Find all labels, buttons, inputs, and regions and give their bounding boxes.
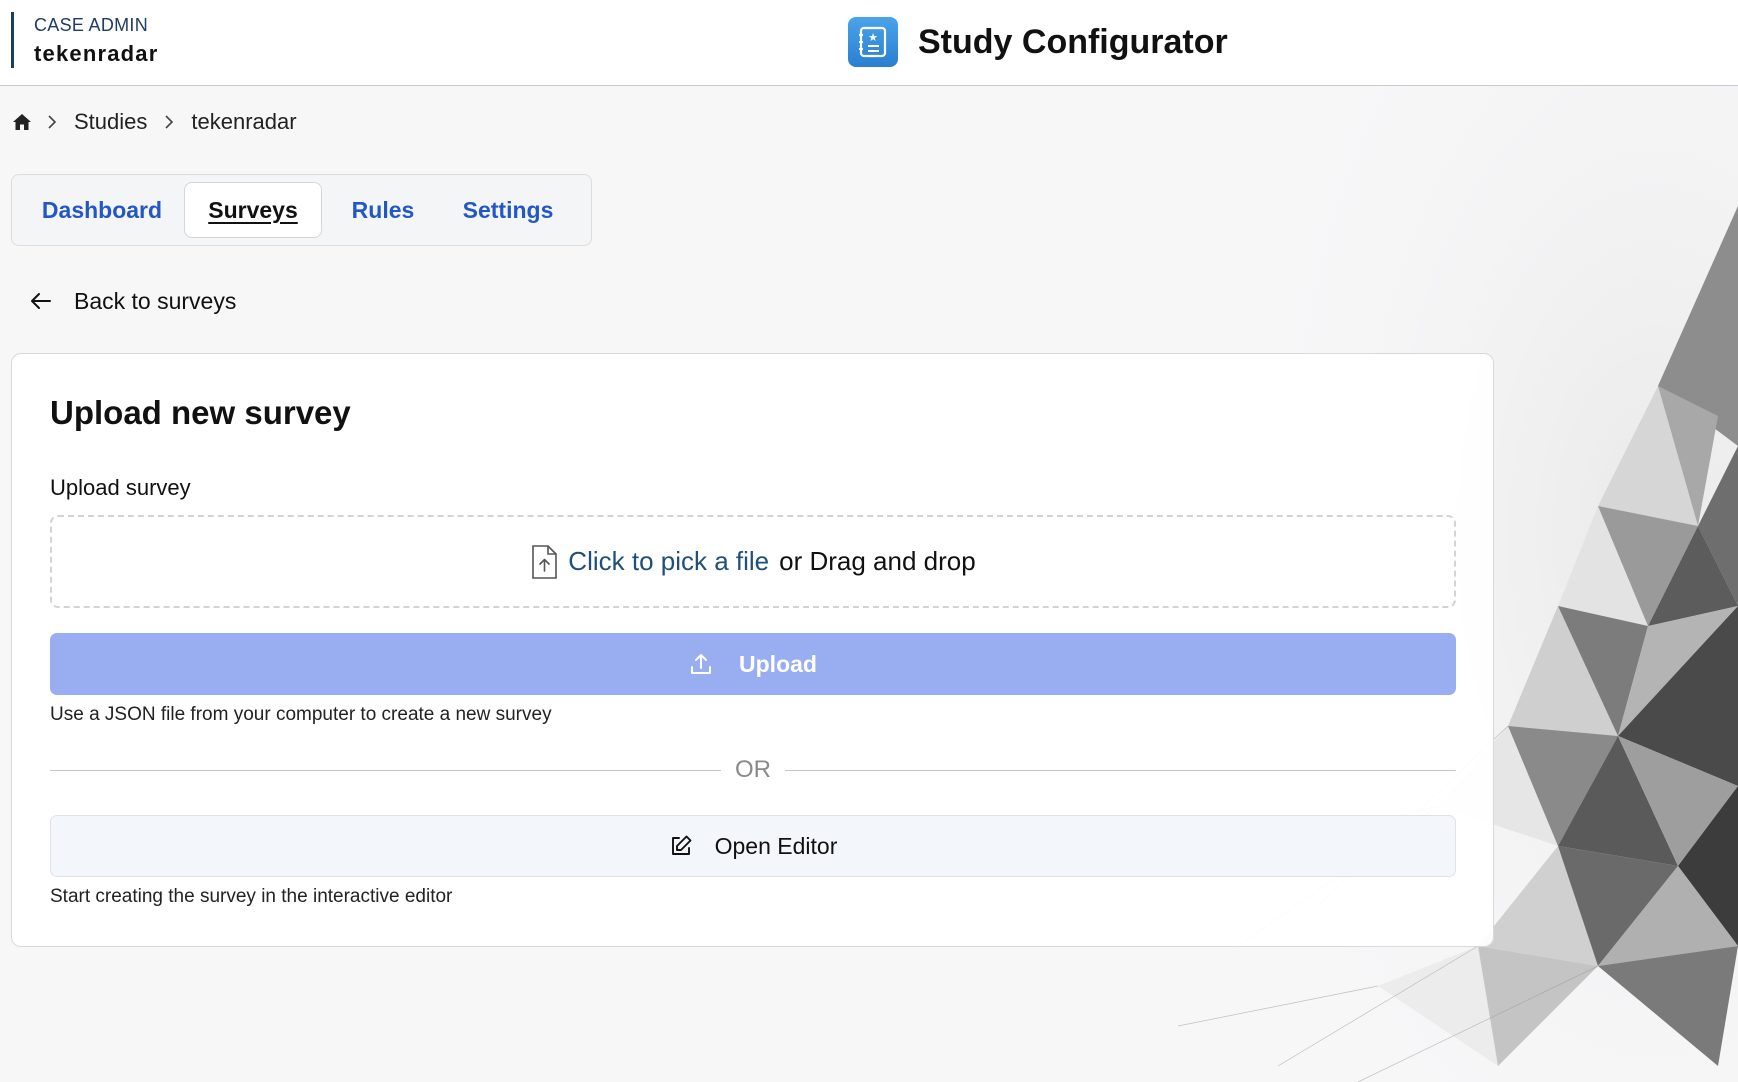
study-tabs: Dashboard Surveys Rules Settings: [11, 174, 592, 246]
upload-survey-card: Upload new survey Upload survey Click to…: [11, 353, 1494, 947]
upload-button[interactable]: Upload: [50, 633, 1456, 695]
tab-settings[interactable]: Settings: [444, 182, 572, 238]
pick-file-link[interactable]: Click to pick a file: [568, 546, 769, 577]
open-editor-button[interactable]: Open Editor: [50, 815, 1456, 877]
file-upload-icon: [530, 544, 558, 580]
back-to-surveys-link[interactable]: Back to surveys: [30, 283, 236, 319]
top-bar: CASE ADMIN tekenradar ★ Study Configurat…: [0, 0, 1738, 86]
editor-hint: Start creating the survey in the interac…: [50, 886, 453, 907]
upload-icon: [689, 652, 713, 676]
card-title: Upload new survey: [50, 394, 351, 431]
upload-hint: Use a JSON file from your computer to cr…: [50, 704, 552, 725]
app-title: Study Configurator: [918, 22, 1228, 61]
app-title-group: ★ Study Configurator: [848, 16, 1228, 68]
org-label: CASE ADMIN: [34, 15, 149, 35]
org-brand[interactable]: CASE ADMIN tekenradar: [11, 12, 159, 68]
home-icon[interactable]: [12, 112, 32, 132]
tab-rules[interactable]: Rules: [322, 182, 444, 238]
back-link-label: Back to surveys: [74, 287, 237, 314]
arrow-left-icon: [30, 292, 52, 310]
divider-line-right: [785, 769, 1456, 771]
open-editor-label: Open Editor: [714, 832, 838, 859]
file-dropzone[interactable]: Click to pick a file or Drag and drop: [50, 515, 1456, 608]
org-name: tekenradar: [34, 41, 159, 66]
svg-text:★: ★: [868, 31, 878, 44]
chevron-right-icon: [32, 114, 72, 130]
divider-line-left: [50, 769, 721, 771]
upload-button-label: Upload: [739, 650, 817, 677]
or-divider: OR: [50, 755, 1456, 785]
tab-dashboard[interactable]: Dashboard: [20, 182, 184, 238]
breadcrumb-item-studies[interactable]: Studies: [72, 109, 149, 135]
breadcrumb-item-study[interactable]: tekenradar: [189, 109, 298, 135]
divider-text: OR: [735, 756, 771, 783]
tab-surveys[interactable]: Surveys: [184, 182, 322, 238]
upload-field-label: Upload survey: [50, 475, 191, 500]
edit-icon: [669, 834, 693, 858]
drag-drop-text: or Drag and drop: [779, 546, 976, 576]
breadcrumb: Studies tekenradar: [12, 104, 299, 140]
chevron-right-icon: [149, 114, 189, 130]
clipboard-list-icon: ★: [848, 17, 898, 67]
